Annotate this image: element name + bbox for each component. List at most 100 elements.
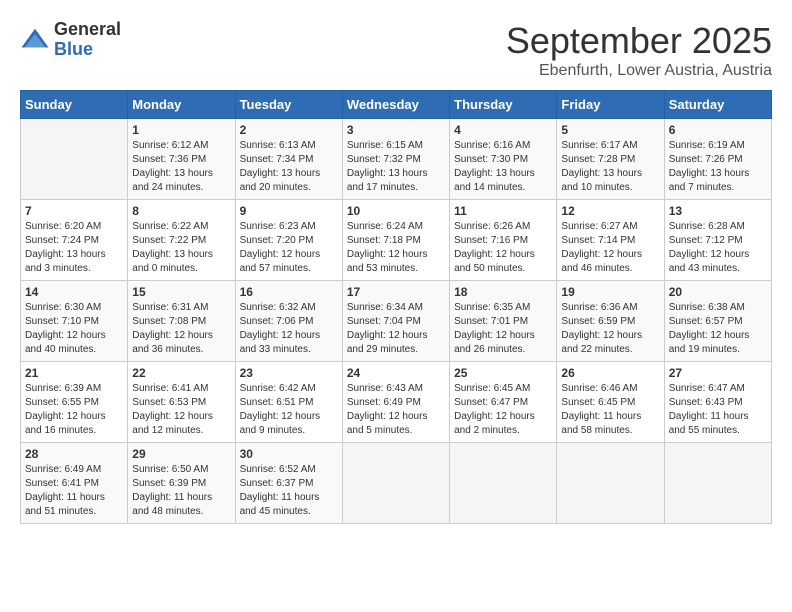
calendar-header-row: SundayMondayTuesdayWednesdayThursdayFrid… <box>21 91 772 119</box>
calendar-cell: 19 Sunrise: 6:36 AM Sunset: 6:59 PM Dayli… <box>557 281 664 362</box>
calendar-week-4: 21 Sunrise: 6:39 AM Sunset: 6:55 PM Dayli… <box>21 362 772 443</box>
day-number: 12 <box>561 204 659 218</box>
day-info: Sunrise: 6:13 AM Sunset: 7:34 PM Dayligh… <box>240 139 338 195</box>
day-number: 14 <box>25 285 123 299</box>
day-info: Sunrise: 6:26 AM Sunset: 7:16 PM Dayligh… <box>454 220 552 276</box>
day-number: 2 <box>240 123 338 137</box>
calendar-cell: 5 Sunrise: 6:17 AM Sunset: 7:28 PM Daylig… <box>557 119 664 200</box>
day-info: Sunrise: 6:42 AM Sunset: 6:51 PM Dayligh… <box>240 382 338 438</box>
month-title: September 2025 <box>506 20 772 62</box>
calendar-cell: 8 Sunrise: 6:22 AM Sunset: 7:22 PM Daylig… <box>128 200 235 281</box>
day-number: 26 <box>561 366 659 380</box>
day-info: Sunrise: 6:15 AM Sunset: 7:32 PM Dayligh… <box>347 139 445 195</box>
calendar-cell <box>557 443 664 524</box>
calendar-cell: 7 Sunrise: 6:20 AM Sunset: 7:24 PM Daylig… <box>21 200 128 281</box>
day-number: 20 <box>669 285 767 299</box>
title-block: September 2025 Ebenfurth, Lower Austria,… <box>506 20 772 80</box>
calendar-cell: 23 Sunrise: 6:42 AM Sunset: 6:51 PM Dayli… <box>235 362 342 443</box>
day-number: 17 <box>347 285 445 299</box>
calendar-cell: 14 Sunrise: 6:30 AM Sunset: 7:10 PM Dayli… <box>21 281 128 362</box>
day-info: Sunrise: 6:39 AM Sunset: 6:55 PM Dayligh… <box>25 382 123 438</box>
day-number: 6 <box>669 123 767 137</box>
day-number: 8 <box>132 204 230 218</box>
calendar-cell: 30 Sunrise: 6:52 AM Sunset: 6:37 PM Dayli… <box>235 443 342 524</box>
calendar-cell: 10 Sunrise: 6:24 AM Sunset: 7:18 PM Dayli… <box>342 200 449 281</box>
day-number: 25 <box>454 366 552 380</box>
day-number: 7 <box>25 204 123 218</box>
calendar-cell: 6 Sunrise: 6:19 AM Sunset: 7:26 PM Daylig… <box>664 119 771 200</box>
day-info: Sunrise: 6:32 AM Sunset: 7:06 PM Dayligh… <box>240 301 338 357</box>
day-number: 22 <box>132 366 230 380</box>
day-info: Sunrise: 6:31 AM Sunset: 7:08 PM Dayligh… <box>132 301 230 357</box>
day-info: Sunrise: 6:49 AM Sunset: 6:41 PM Dayligh… <box>25 463 123 519</box>
day-info: Sunrise: 6:20 AM Sunset: 7:24 PM Dayligh… <box>25 220 123 276</box>
day-info: Sunrise: 6:17 AM Sunset: 7:28 PM Dayligh… <box>561 139 659 195</box>
day-info: Sunrise: 6:12 AM Sunset: 7:36 PM Dayligh… <box>132 139 230 195</box>
page-header: General Blue September 2025 Ebenfurth, L… <box>20 20 772 80</box>
logo: General Blue <box>20 20 121 60</box>
calendar-cell: 28 Sunrise: 6:49 AM Sunset: 6:41 PM Dayli… <box>21 443 128 524</box>
day-number: 15 <box>132 285 230 299</box>
day-info: Sunrise: 6:19 AM Sunset: 7:26 PM Dayligh… <box>669 139 767 195</box>
day-info: Sunrise: 6:35 AM Sunset: 7:01 PM Dayligh… <box>454 301 552 357</box>
day-info: Sunrise: 6:43 AM Sunset: 6:49 PM Dayligh… <box>347 382 445 438</box>
calendar-header-sunday: Sunday <box>21 91 128 119</box>
logo-icon <box>20 25 50 55</box>
calendar-cell <box>21 119 128 200</box>
day-info: Sunrise: 6:45 AM Sunset: 6:47 PM Dayligh… <box>454 382 552 438</box>
calendar-week-3: 14 Sunrise: 6:30 AM Sunset: 7:10 PM Dayli… <box>21 281 772 362</box>
day-number: 21 <box>25 366 123 380</box>
calendar-cell: 13Sunrise: 6:28 AM Sunset: 7:12 PM Dayli… <box>664 200 771 281</box>
day-number: 9 <box>240 204 338 218</box>
calendar-cell: 25 Sunrise: 6:45 AM Sunset: 6:47 PM Dayli… <box>450 362 557 443</box>
day-info: Sunrise: 6:22 AM Sunset: 7:22 PM Dayligh… <box>132 220 230 276</box>
day-number: 27 <box>669 366 767 380</box>
day-info: Sunrise: 6:24 AM Sunset: 7:18 PM Dayligh… <box>347 220 445 276</box>
day-info: Sunrise: 6:50 AM Sunset: 6:39 PM Dayligh… <box>132 463 230 519</box>
calendar-cell: 21 Sunrise: 6:39 AM Sunset: 6:55 PM Dayli… <box>21 362 128 443</box>
location-title: Ebenfurth, Lower Austria, Austria <box>506 62 772 80</box>
day-info: Sunrise: 6:23 AM Sunset: 7:20 PM Dayligh… <box>240 220 338 276</box>
day-info: Sunrise: 6:46 AM Sunset: 6:45 PM Dayligh… <box>561 382 659 438</box>
day-number: 13 <box>669 204 767 218</box>
calendar-cell: 15 Sunrise: 6:31 AM Sunset: 7:08 PM Dayli… <box>128 281 235 362</box>
day-number: 5 <box>561 123 659 137</box>
day-number: 19 <box>561 285 659 299</box>
calendar-header-friday: Friday <box>557 91 664 119</box>
logo-general: General <box>54 20 121 40</box>
calendar-cell: 16Sunrise: 6:32 AM Sunset: 7:06 PM Dayli… <box>235 281 342 362</box>
day-number: 10 <box>347 204 445 218</box>
calendar-cell: 26 Sunrise: 6:46 AM Sunset: 6:45 PM Dayli… <box>557 362 664 443</box>
calendar-cell: 2 Sunrise: 6:13 AM Sunset: 7:34 PM Daylig… <box>235 119 342 200</box>
calendar-header-monday: Monday <box>128 91 235 119</box>
day-number: 28 <box>25 447 123 461</box>
day-info: Sunrise: 6:30 AM Sunset: 7:10 PM Dayligh… <box>25 301 123 357</box>
calendar-week-5: 28 Sunrise: 6:49 AM Sunset: 6:41 PM Dayli… <box>21 443 772 524</box>
calendar-cell <box>342 443 449 524</box>
day-number: 29 <box>132 447 230 461</box>
day-info: Sunrise: 6:36 AM Sunset: 6:59 PM Dayligh… <box>561 301 659 357</box>
day-info: Sunrise: 6:27 AM Sunset: 7:14 PM Dayligh… <box>561 220 659 276</box>
day-info: Sunrise: 6:47 AM Sunset: 6:43 PM Dayligh… <box>669 382 767 438</box>
calendar-cell: 4Sunrise: 6:16 AM Sunset: 7:30 PM Daylig… <box>450 119 557 200</box>
calendar-week-2: 7 Sunrise: 6:20 AM Sunset: 7:24 PM Daylig… <box>21 200 772 281</box>
day-number: 30 <box>240 447 338 461</box>
day-info: Sunrise: 6:41 AM Sunset: 6:53 PM Dayligh… <box>132 382 230 438</box>
calendar-table: SundayMondayTuesdayWednesdayThursdayFrid… <box>20 90 772 524</box>
calendar-header-wednesday: Wednesday <box>342 91 449 119</box>
day-number: 3 <box>347 123 445 137</box>
calendar-cell: 22 Sunrise: 6:41 AM Sunset: 6:53 PM Dayli… <box>128 362 235 443</box>
day-info: Sunrise: 6:34 AM Sunset: 7:04 PM Dayligh… <box>347 301 445 357</box>
calendar-cell: 24Sunrise: 6:43 AM Sunset: 6:49 PM Dayli… <box>342 362 449 443</box>
calendar-cell: 9 Sunrise: 6:23 AM Sunset: 7:20 PM Daylig… <box>235 200 342 281</box>
calendar-cell: 18Sunrise: 6:35 AM Sunset: 7:01 PM Dayli… <box>450 281 557 362</box>
calendar-header-saturday: Saturday <box>664 91 771 119</box>
calendar-week-1: 1Sunrise: 6:12 AM Sunset: 7:36 PM Daylig… <box>21 119 772 200</box>
day-info: Sunrise: 6:38 AM Sunset: 6:57 PM Dayligh… <box>669 301 767 357</box>
calendar-header-thursday: Thursday <box>450 91 557 119</box>
logo-text: General Blue <box>54 20 121 60</box>
day-number: 23 <box>240 366 338 380</box>
day-number: 4 <box>454 123 552 137</box>
logo-blue: Blue <box>54 40 121 60</box>
day-info: Sunrise: 6:52 AM Sunset: 6:37 PM Dayligh… <box>240 463 338 519</box>
